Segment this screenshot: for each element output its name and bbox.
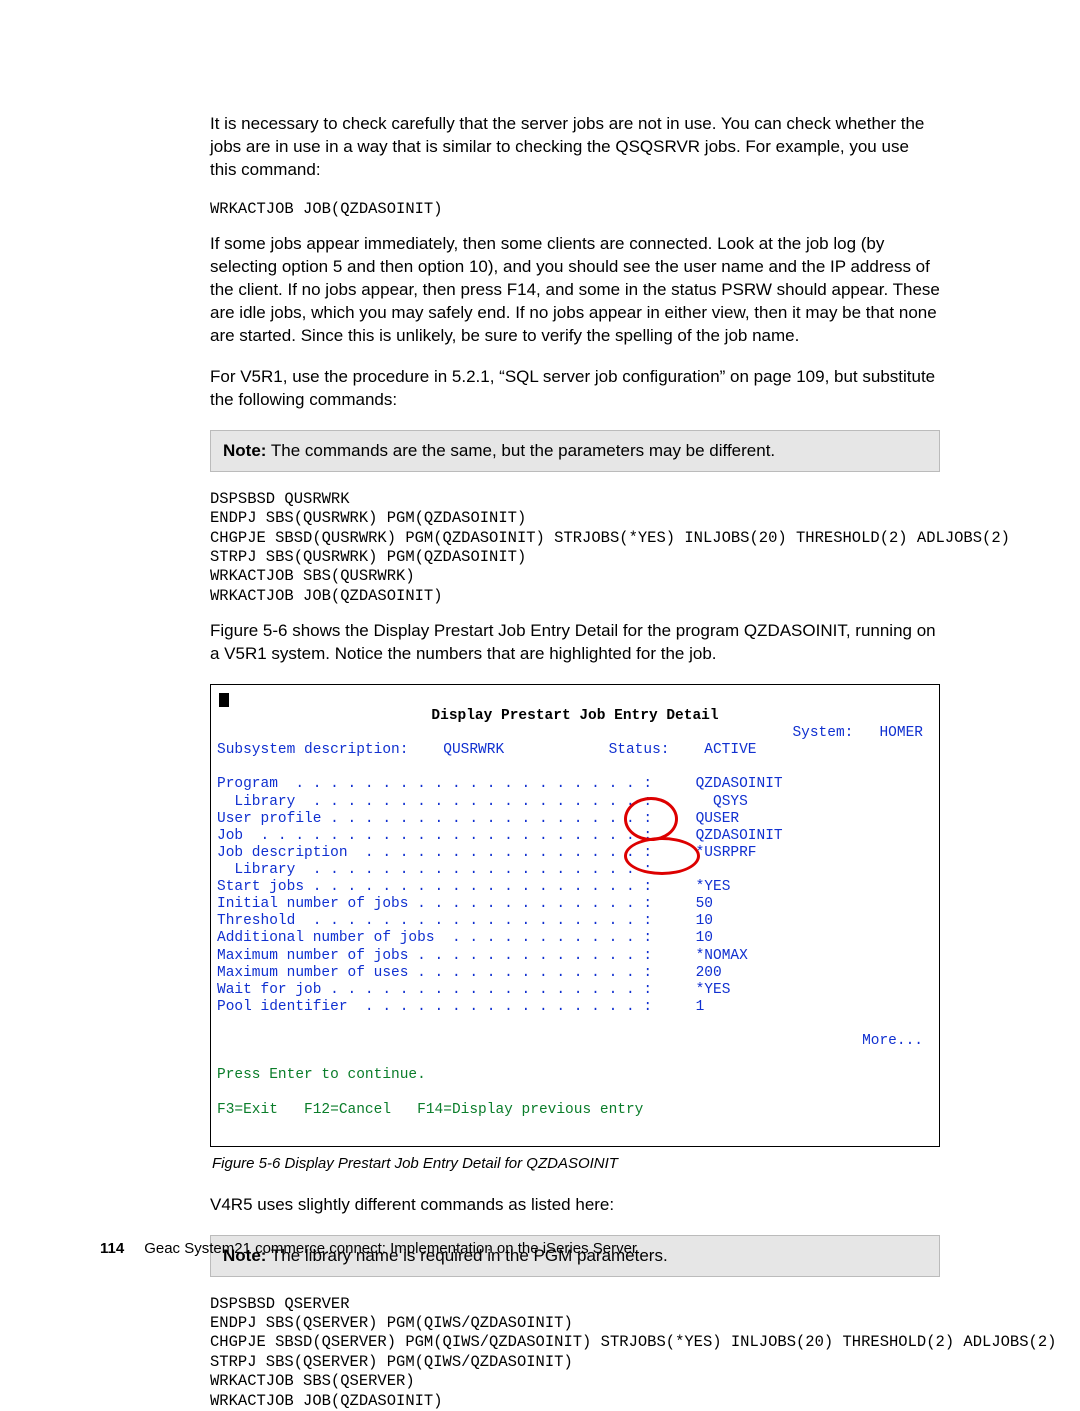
para-joblog: If some jobs appear immediately, then so… — [210, 233, 940, 348]
note-label: Note: — [223, 441, 266, 460]
term-fkeys: F3=Exit F12=Cancel F14=Display previous … — [217, 1102, 643, 1118]
term-system: System: HOMER — [217, 725, 933, 742]
cmd-wrkactjob: WRKACTJOB JOB(QZDASOINIT) — [210, 200, 940, 219]
para-figure-intro: Figure 5-6 shows the Display Prestart Jo… — [210, 620, 940, 666]
cmd-block-1: DSPSBSD QUSRWRK ENDPJ SBS(QUSRWRK) PGM(Q… — [210, 490, 940, 606]
cmd-block-2: DSPSBSD QSERVER ENDPJ SBS(QSERVER) PGM(Q… — [210, 1295, 940, 1411]
note-text: The commands are the same, but the param… — [266, 441, 775, 460]
para-v4r5: V4R5 uses slightly different commands as… — [210, 1194, 940, 1217]
term-sub-line: Subsystem description: QUSRWRK Status: A… — [217, 742, 757, 758]
figure-caption: Figure 5-6 Display Prestart Job Entry De… — [212, 1155, 940, 1172]
note-box-1: Note: The commands are the same, but the… — [210, 430, 940, 472]
term-title: Display Prestart Job Entry Detail — [217, 708, 933, 725]
term-more: More... — [217, 1033, 933, 1050]
terminal-figure: Display Prestart Job Entry DetailSystem:… — [210, 684, 940, 1147]
page-number: 114 — [100, 1240, 124, 1257]
footer-title: Geac System21 commerce.connect: Implemen… — [144, 1240, 637, 1257]
highlight-circle-icon — [624, 797, 678, 841]
page-footer: 114 Geac System21 commerce.connect: Imple… — [100, 1240, 637, 1257]
para-v5r1: For V5R1, use the procedure in 5.2.1, “S… — [210, 366, 940, 412]
term-press-enter: Press Enter to continue. — [217, 1067, 426, 1083]
highlight-circle-icon — [624, 837, 700, 875]
para-check-jobs: It is necessary to check carefully that … — [210, 113, 940, 182]
